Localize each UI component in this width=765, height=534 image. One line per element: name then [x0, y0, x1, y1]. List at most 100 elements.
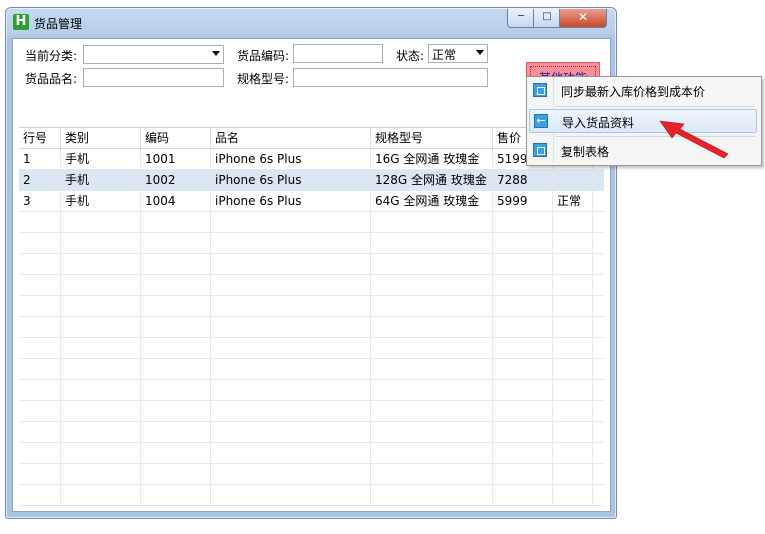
- menu-item-copy-table[interactable]: 复制表格: [529, 139, 757, 163]
- table-empty-cell: [19, 254, 61, 274]
- table-empty-cell: [61, 233, 141, 253]
- category-combobox[interactable]: [83, 45, 224, 64]
- table-empty-cell: [141, 401, 211, 421]
- table-empty-cell: [493, 317, 553, 337]
- table-empty-cell: [211, 275, 371, 295]
- table-row[interactable]: 1 手机 1001 iPhone 6s Plus 16G 全网通 玫瑰金 519…: [19, 149, 604, 170]
- table-empty-cell: [493, 275, 553, 295]
- table-empty-row: [19, 338, 604, 359]
- table-empty-cell: [141, 275, 211, 295]
- table-empty-row: [19, 485, 604, 506]
- table-empty-cell: [211, 401, 371, 421]
- table-empty-cell: [553, 233, 593, 253]
- code-label: 货品编码:: [237, 49, 290, 63]
- table-empty-cell: [19, 233, 61, 253]
- title-bar[interactable]: H 货品管理 ─ □ ✕: [6, 8, 616, 38]
- chevron-down-icon: [476, 50, 484, 55]
- minimize-button[interactable]: ─: [507, 9, 535, 28]
- table-empty-cell: [493, 443, 553, 463]
- column-header[interactable]: 规格型号: [371, 128, 493, 148]
- table-empty-cell: [371, 338, 493, 358]
- table-cell: 2: [19, 170, 61, 190]
- menu-separator: [555, 136, 755, 137]
- table-empty-cell: [19, 212, 61, 232]
- menu-item-sync-price[interactable]: 同步最新入库价格到成本价: [529, 79, 757, 103]
- table-empty-cell: [371, 296, 493, 316]
- menu-item-import-goods[interactable]: ← 导入货品资料: [529, 109, 757, 133]
- table-header-row: 行号 类别 编码 品名 规格型号 售价: [19, 128, 604, 149]
- menu-item-label: 导入货品资料: [562, 116, 635, 130]
- close-button[interactable]: ✕: [559, 9, 607, 28]
- table-empty-cell: [61, 275, 141, 295]
- table-empty-cell: [553, 212, 593, 232]
- status-combobox[interactable]: 正常: [428, 44, 488, 63]
- table-empty-row: [19, 359, 604, 380]
- spec-label: 规格型号:: [237, 72, 290, 86]
- table-empty-cell: [61, 254, 141, 274]
- table-empty-cell: [493, 296, 553, 316]
- table-empty-row: [19, 422, 604, 443]
- table-cell: [553, 170, 593, 190]
- table-empty-cell: [553, 317, 593, 337]
- table-empty-cell: [553, 422, 593, 442]
- status-label: 状态:: [396, 49, 425, 63]
- table-empty-cell: [553, 401, 593, 421]
- table-empty-row: [19, 401, 604, 422]
- table-empty-cell: [211, 338, 371, 358]
- column-header[interactable]: 编码: [141, 128, 211, 148]
- menu-item-label: 复制表格: [561, 145, 610, 159]
- table-empty-cell: [141, 317, 211, 337]
- table-empty-cell: [371, 485, 493, 505]
- table-empty-cell: [553, 443, 593, 463]
- copy-table-icon: [533, 143, 547, 157]
- table-empty-cell: [141, 254, 211, 274]
- table-empty-cell: [211, 422, 371, 442]
- table-empty-cell: [61, 359, 141, 379]
- table-cell: 手机: [61, 149, 141, 169]
- menu-item-label: 同步最新入库价格到成本价: [561, 85, 706, 99]
- column-header[interactable]: 类别: [61, 128, 141, 148]
- table-empty-cell: [211, 443, 371, 463]
- table-cell: 正常: [553, 191, 593, 211]
- table-empty-cell: [371, 233, 493, 253]
- spec-input[interactable]: [293, 68, 488, 87]
- table-empty-cell: [371, 380, 493, 400]
- table-empty-cell: [371, 275, 493, 295]
- table-empty-cell: [493, 212, 553, 232]
- table-empty-cell: [371, 422, 493, 442]
- table-empty-cell: [141, 422, 211, 442]
- code-input[interactable]: [293, 44, 383, 63]
- sync-icon: [533, 83, 547, 97]
- table-empty-cell: [211, 380, 371, 400]
- table-empty-cell: [493, 338, 553, 358]
- import-arrow-icon: ←: [534, 114, 548, 128]
- table-empty-cell: [553, 338, 593, 358]
- table-empty-cell: [61, 443, 141, 463]
- table-empty-cell: [211, 296, 371, 316]
- table-empty-row: [19, 317, 604, 338]
- table-empty-cell: [493, 254, 553, 274]
- table-empty-cell: [61, 296, 141, 316]
- table-empty-row: [19, 296, 604, 317]
- table-row[interactable]: 3 手机 1004 iPhone 6s Plus 64G 全网通 玫瑰金 599…: [19, 191, 604, 212]
- maximize-button[interactable]: □: [533, 9, 561, 28]
- table-empty-cell: [371, 212, 493, 232]
- table-cell: 7288: [493, 170, 553, 190]
- table-row-selected[interactable]: 2 手机 1002 iPhone 6s Plus 128G 全网通 玫瑰金 72…: [19, 170, 604, 191]
- table-empty-cell: [371, 443, 493, 463]
- table-empty-row: [19, 464, 604, 485]
- column-header[interactable]: 行号: [19, 128, 61, 148]
- column-header[interactable]: 品名: [211, 128, 371, 148]
- name-input[interactable]: [83, 68, 224, 87]
- table-cell: 64G 全网通 玫瑰金: [371, 191, 493, 211]
- table-empty-cell: [493, 401, 553, 421]
- table-empty-row: [19, 380, 604, 401]
- category-label: 当前分类:: [25, 49, 78, 63]
- table-empty-cell: [19, 275, 61, 295]
- goods-table[interactable]: 行号 类别 编码 品名 规格型号 售价 1 手机 1001 iPhone 6s …: [19, 127, 604, 508]
- table-empty-cell: [19, 317, 61, 337]
- table-empty-cell: [493, 233, 553, 253]
- menu-separator: [555, 106, 755, 107]
- table-empty-cell: [493, 464, 553, 484]
- table-empty-cell: [19, 401, 61, 421]
